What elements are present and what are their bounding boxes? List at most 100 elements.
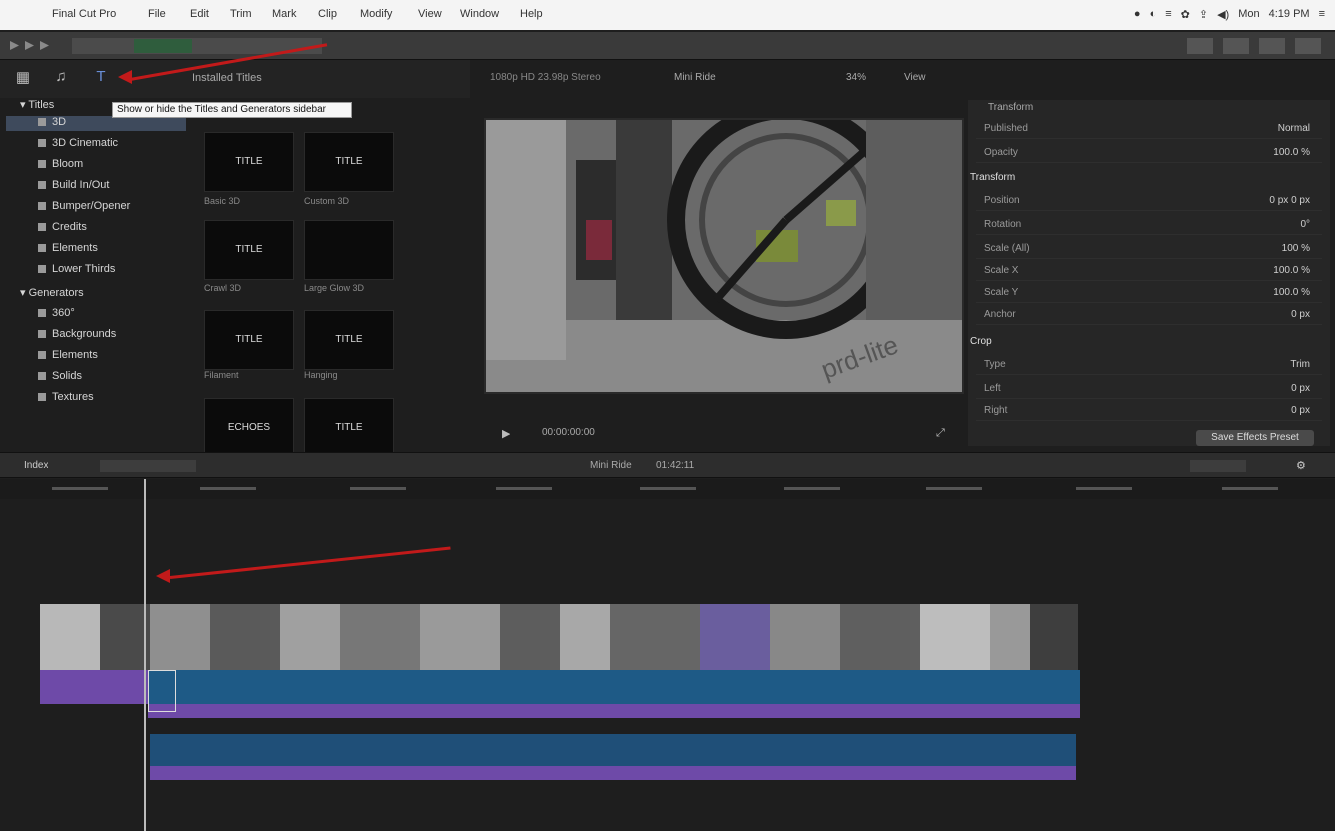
share-button[interactable]	[1295, 38, 1321, 54]
inspector-row-scale-x[interactable]: Scale X 100.0 %	[976, 262, 1322, 281]
menu-app[interactable]: Final Cut Pro	[52, 8, 116, 20]
save-effects-preset-button[interactable]: Save Effects Preset	[1196, 430, 1314, 446]
sidebar-item-build-in-out[interactable]: Build In/Out	[38, 179, 109, 195]
inspector-value[interactable]: 100 %	[1282, 243, 1310, 254]
browser-toggle-button[interactable]	[1187, 38, 1213, 54]
menu-mark[interactable]: Mark	[272, 8, 296, 20]
inspector-value[interactable]: 100.0 %	[1273, 265, 1310, 276]
inspector-value[interactable]: 0 px	[1291, 383, 1310, 394]
inspector-row-opacity[interactable]: Opacity 100.0 %	[976, 144, 1322, 163]
inspector-value[interactable]: Normal	[1278, 123, 1310, 134]
window-controls[interactable]	[10, 41, 49, 50]
sidebar-item-generators[interactable]: ▾ Generators	[20, 286, 84, 302]
inspector-section-transform[interactable]: Transform	[970, 172, 1015, 183]
inspector-value[interactable]: 0 px 0 px	[1269, 195, 1310, 206]
tray-item[interactable]: ⇪	[1199, 8, 1208, 21]
inspector-section-crop[interactable]: Crop	[970, 336, 992, 347]
tray-item[interactable]: ≡	[1165, 8, 1171, 20]
sidebar-item-backgrounds[interactable]: Backgrounds	[38, 328, 116, 344]
sidebar-item-solids[interactable]: Solids	[38, 370, 82, 386]
edit-tools-group[interactable]	[100, 460, 196, 472]
close-icon[interactable]	[10, 41, 19, 50]
viewer-zoom[interactable]: 34%	[846, 72, 866, 83]
inspector-row-crop-type[interactable]: Type Trim	[976, 356, 1322, 375]
playhead[interactable]	[144, 479, 146, 831]
menu-help[interactable]: Help	[520, 8, 543, 20]
viewer-frame[interactable]: prd-lite	[484, 118, 964, 394]
timecode-display[interactable]: 00:00:00:00	[542, 427, 595, 438]
menu-edit[interactable]: Edit	[190, 8, 209, 20]
inspector-value[interactable]: Trim	[1290, 359, 1310, 370]
sidebar-item-textures[interactable]: Textures	[38, 391, 94, 407]
sidebar-item-3d-cinematic[interactable]: 3D Cinematic	[38, 137, 118, 153]
zoom-icon[interactable]	[40, 41, 49, 50]
tray-item[interactable]: ◀)	[1217, 8, 1229, 21]
background-tasks-indicator[interactable]	[134, 39, 192, 53]
inspector-value[interactable]: 0°	[1300, 219, 1310, 230]
inspector-row-position[interactable]: Position 0 px 0 px	[976, 192, 1322, 211]
tray-item[interactable]: ✿	[1181, 8, 1190, 21]
connected-audio-clip[interactable]	[150, 734, 1076, 766]
inspector-row-blend[interactable]: Published Normal	[976, 120, 1322, 139]
tray-item[interactable]: ◐	[1150, 8, 1157, 20]
tray-item[interactable]: Mon	[1238, 8, 1259, 20]
sidebar-item-bloom[interactable]: Bloom	[38, 158, 83, 174]
inspector-row-scale-y[interactable]: Scale Y 100.0 %	[976, 284, 1322, 303]
ruler-tick	[200, 487, 256, 490]
clip-appearance-button[interactable]	[1190, 460, 1246, 472]
sidebar-item-3d[interactable]: 3D	[38, 116, 66, 132]
title-thumbnail[interactable]: TITLE	[304, 310, 394, 370]
media-browser-icon[interactable]: ▦	[14, 68, 32, 86]
sidebar-item-lower-thirds[interactable]: Lower Thirds	[38, 263, 115, 279]
menu-clip[interactable]: Clip	[318, 8, 337, 20]
viewer-controls: ▶ 00:00:00:00 ⤢	[490, 424, 960, 444]
titles-generators-icon[interactable]: T	[92, 68, 110, 86]
title-thumbnail[interactable]: TITLE	[204, 310, 294, 370]
timeline-ruler[interactable]	[0, 479, 1335, 499]
inspector-row-anchor[interactable]: Anchor 0 px	[976, 306, 1322, 325]
menu-modify[interactable]: Modify	[360, 8, 392, 20]
tray-item[interactable]: 4:19 PM	[1269, 8, 1310, 20]
audio-clip[interactable]	[40, 670, 148, 704]
tray-item[interactable]: ≡	[1319, 8, 1325, 20]
inspector-row-rotation[interactable]: Rotation 0°	[976, 216, 1322, 235]
selected-title-clip[interactable]	[148, 670, 176, 712]
inspector-value[interactable]: 100.0 %	[1273, 287, 1310, 298]
title-thumbnail[interactable]: TITLE	[304, 132, 394, 192]
title-thumbnail[interactable]	[304, 220, 394, 280]
tray-item[interactable]: ●	[1134, 8, 1141, 20]
inspector-value[interactable]: 100.0 %	[1273, 147, 1310, 158]
inspector-toggle-button[interactable]	[1259, 38, 1285, 54]
timeline-toggle-button[interactable]	[1223, 38, 1249, 54]
settings-icon[interactable]: ⚙	[1296, 459, 1306, 472]
sidebar-item-elements[interactable]: Elements	[38, 242, 98, 258]
title-thumbnail[interactable]: TITLE	[204, 132, 294, 192]
play-icon[interactable]: ▶	[502, 427, 510, 440]
menu-file[interactable]: File	[148, 8, 166, 20]
minimize-icon[interactable]	[25, 41, 34, 50]
title-thumbnail[interactable]: TITLE	[204, 220, 294, 280]
inspector-row-scale-all[interactable]: Scale (All) 100 %	[976, 240, 1322, 259]
primary-audio-waveform[interactable]	[40, 670, 1080, 704]
inspector-value[interactable]: 0 px	[1291, 309, 1310, 320]
apple-icon[interactable]	[12, 5, 26, 21]
ruler-tick	[52, 487, 108, 490]
menu-trim[interactable]: Trim	[230, 8, 252, 20]
title-thumbnail[interactable]: ECHOES	[204, 398, 294, 458]
inspector-row-crop-left[interactable]: Left 0 px	[976, 380, 1322, 399]
title-thumbnail[interactable]: TITLE	[304, 398, 394, 458]
sidebar-item-360[interactable]: 360°	[38, 307, 75, 323]
viewer-view-menu[interactable]: View	[904, 72, 926, 83]
sidebar-item-gen-elements[interactable]: Elements	[38, 349, 98, 365]
inspector-value[interactable]: 0 px	[1291, 405, 1310, 416]
sidebar-item-credits[interactable]: Credits	[38, 221, 87, 237]
fullscreen-icon[interactable]: ⤢	[936, 427, 945, 440]
photos-audio-icon[interactable]: ♫	[52, 68, 70, 86]
sidebar-item-titles[interactable]: ▾ Titles	[20, 98, 54, 114]
primary-storyline-clips[interactable]	[40, 604, 1078, 670]
menu-view[interactable]: View	[418, 8, 442, 20]
timeline-index-button[interactable]: Index	[24, 460, 48, 471]
sidebar-item-bumper-opener[interactable]: Bumper/Opener	[38, 200, 130, 216]
menu-window[interactable]: Window	[460, 8, 499, 20]
inspector-row-crop-right[interactable]: Right 0 px	[976, 402, 1322, 421]
